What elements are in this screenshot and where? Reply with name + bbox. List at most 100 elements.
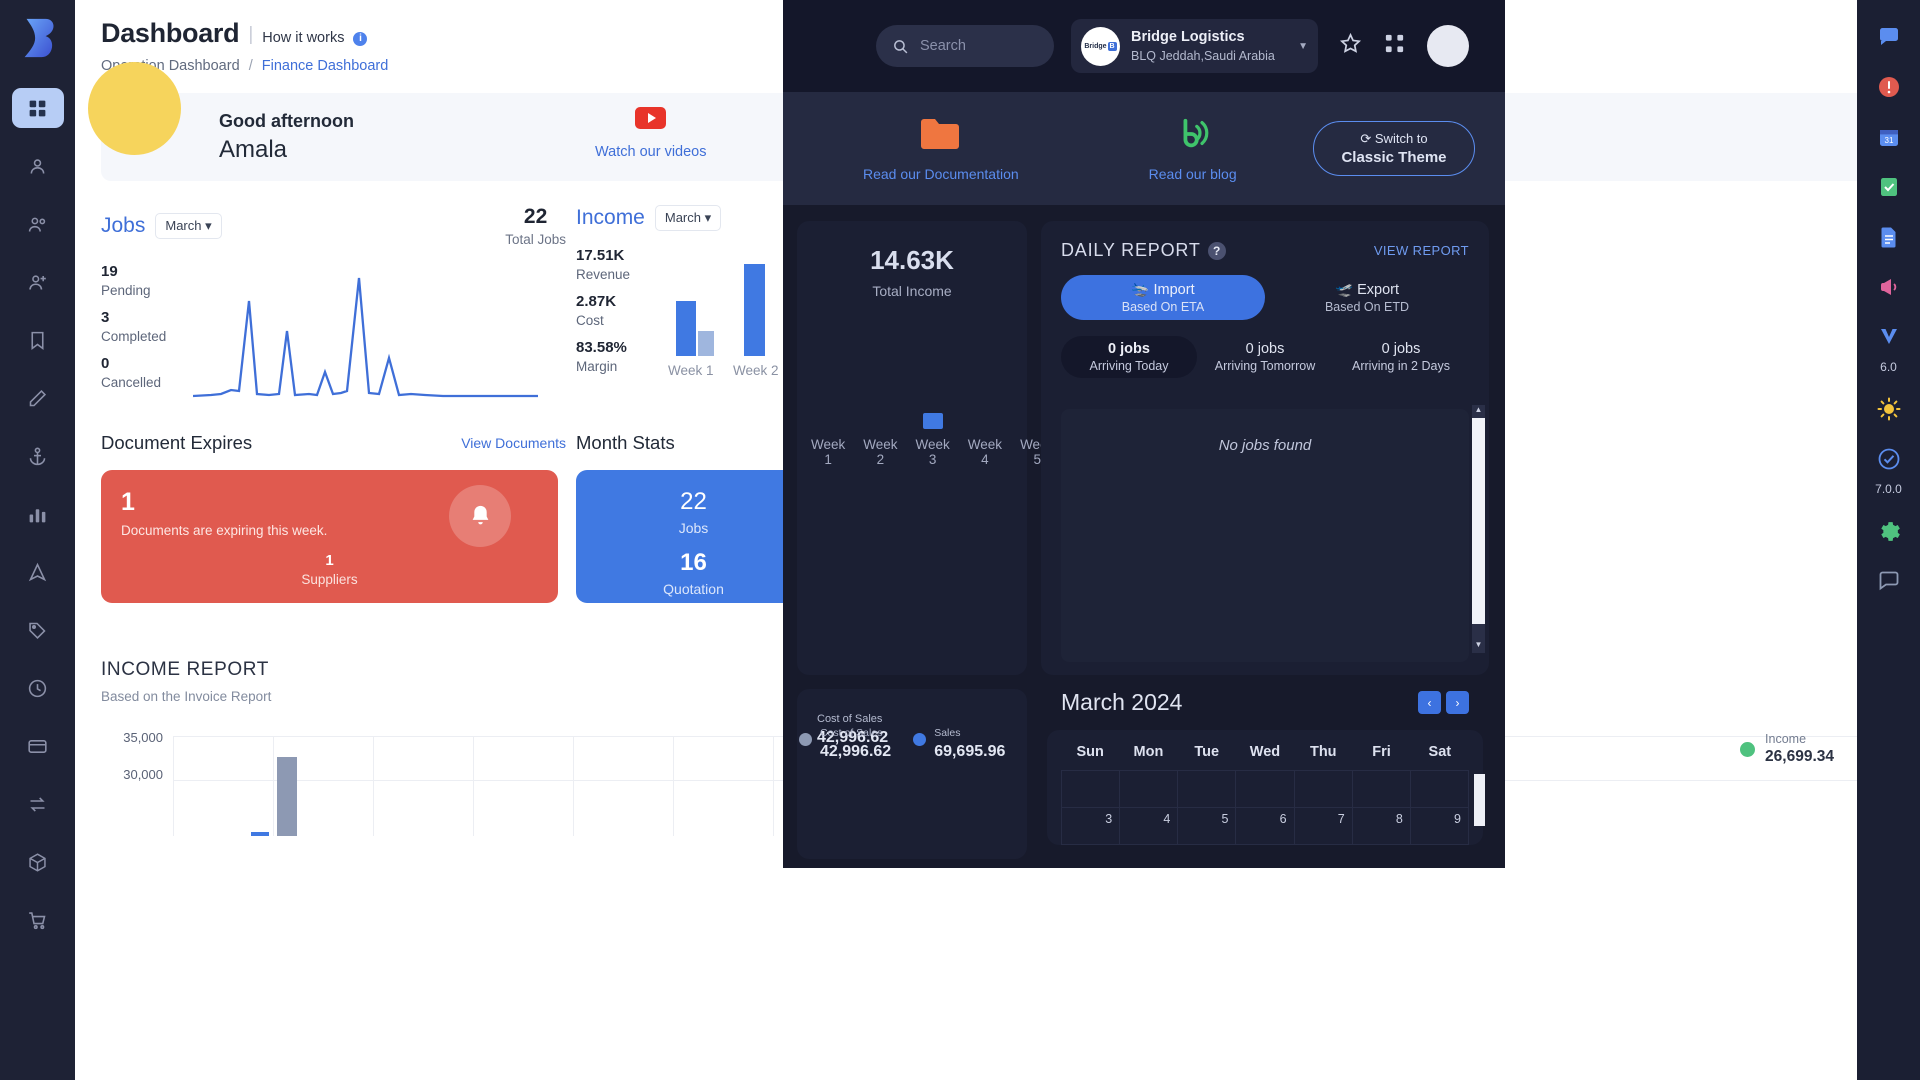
calendar-cell[interactable]: 3: [1062, 808, 1120, 845]
megaphone-icon[interactable]: [1872, 272, 1906, 302]
documentation-block[interactable]: Read our Documentation: [863, 115, 1019, 182]
calendar-icon[interactable]: 31: [1872, 122, 1906, 152]
scrollbar-thumb[interactable]: [1472, 418, 1485, 624]
income-margin-value: 83.58%: [576, 339, 668, 356]
jobs-card: Jobs March ▾ 22 Total Jobs 19 Pending: [101, 205, 576, 408]
watch-videos-block[interactable]: Watch our videos: [595, 107, 706, 160]
sidebar-item-anchor[interactable]: [12, 436, 64, 476]
calendar-next-button[interactable]: ›: [1446, 691, 1469, 714]
search-input[interactable]: [920, 38, 1030, 54]
y-tick-35000: 35,000: [101, 730, 163, 745]
calendar-cell[interactable]: [1353, 771, 1411, 808]
sidebar-item-reports[interactable]: [12, 494, 64, 534]
month-stats-cell-jobs: 22 Jobs 16 Quotation: [576, 470, 811, 603]
chat-icon[interactable]: [1872, 22, 1906, 52]
sidebar-item-packages[interactable]: [12, 842, 64, 882]
subtab-2days-label: Arriving in 2 Days: [1352, 359, 1450, 373]
switch-theme-button[interactable]: ⟳ Switch to Classic Theme: [1313, 121, 1475, 176]
sidebar-item-transfers[interactable]: [12, 784, 64, 824]
subtab-arriving-today[interactable]: 0 jobs Arriving Today: [1061, 336, 1197, 378]
alert-footer: 1 Suppliers: [101, 552, 558, 587]
sidebar-item-navigation[interactable]: [12, 552, 64, 592]
calendar-cell[interactable]: [1295, 771, 1353, 808]
sidebar-item-bookmarks[interactable]: [12, 320, 64, 360]
legend-dot-income: [1740, 742, 1755, 757]
gear-icon[interactable]: [1872, 516, 1906, 546]
calendar-cell[interactable]: 4: [1120, 808, 1178, 845]
calendar-prev-button[interactable]: ‹: [1418, 691, 1441, 714]
message-icon[interactable]: [1872, 566, 1906, 596]
calendar-cell[interactable]: 6: [1236, 808, 1294, 845]
calendar-cell[interactable]: [1062, 771, 1120, 808]
jobs-scrollbar[interactable]: ▲ ▼: [1472, 405, 1485, 653]
view-documents-link[interactable]: View Documents: [461, 435, 566, 451]
jobs-cancelled-label: Cancelled: [101, 375, 193, 390]
calendar-cell[interactable]: [1120, 771, 1178, 808]
sidebar-item-add-user[interactable]: [12, 262, 64, 302]
search-box[interactable]: [876, 25, 1054, 67]
youtube-icon[interactable]: [635, 107, 666, 129]
user-avatar[interactable]: [1427, 25, 1469, 67]
legend-dot-cost-of-sales: [799, 733, 812, 746]
view-report-link[interactable]: VIEW REPORT: [1374, 243, 1469, 258]
calendar-cell[interactable]: [1178, 771, 1236, 808]
blog-block[interactable]: Read our blog: [1149, 115, 1237, 182]
income-report-bar: [277, 757, 297, 836]
document-icon[interactable]: [1872, 222, 1906, 252]
blog-link[interactable]: Read our blog: [1149, 166, 1237, 182]
scroll-down-arrow[interactable]: ▼: [1472, 640, 1485, 653]
documentation-link[interactable]: Read our Documentation: [863, 166, 1019, 182]
sidebar-item-customers[interactable]: [12, 204, 64, 244]
calendar-cell[interactable]: 8: [1353, 808, 1411, 845]
jobs-month-dropdown[interactable]: March ▾: [155, 213, 221, 239]
sidebar-item-profile[interactable]: [12, 146, 64, 186]
calendar-cell[interactable]: [1236, 771, 1294, 808]
help-icon[interactable]: ?: [1208, 242, 1226, 260]
tab-export[interactable]: 🛫 Export Based On ETD: [1265, 275, 1469, 320]
v-logo-icon[interactable]: [1872, 322, 1906, 352]
sales-legend-overlay: Cost of Sales 42,996.62 Sales 69,695.96: [785, 727, 1035, 787]
sidebar-item-payments[interactable]: [12, 726, 64, 766]
dow-wed: Wed: [1236, 744, 1294, 770]
document-expires-section: Document Expires View Documents 1 Docume…: [101, 432, 576, 603]
company-selector[interactable]: Bridge B Bridge Logistics BLQ Jeddah,Sau…: [1071, 19, 1318, 73]
watch-videos-link[interactable]: Watch our videos: [595, 144, 706, 160]
plane-takeoff-icon: 🛫: [1335, 282, 1353, 298]
info-icon[interactable]: i: [353, 32, 367, 46]
sidebar-item-purchases[interactable]: [12, 900, 64, 940]
star-icon[interactable]: [1339, 32, 1362, 60]
calendar-cell[interactable]: 9: [1411, 808, 1469, 845]
subtab-arriving-2-days[interactable]: 0 jobs Arriving in 2 Days: [1333, 336, 1469, 378]
greeting-salutation: Good afternoon: [219, 111, 354, 132]
right-icon-rail: 31 6.0 7.0.0: [1857, 0, 1920, 1080]
breadcrumb-current[interactable]: Finance Dashboard: [262, 58, 389, 74]
app-root: Dashboard | How it works i Operation Das…: [0, 0, 1920, 1080]
how-it-works-link[interactable]: How it works: [262, 30, 344, 46]
check-circle-icon[interactable]: [1872, 444, 1906, 474]
chevron-down-icon[interactable]: ▼: [1298, 41, 1308, 52]
dark-content-row: 14.63K Total Income Week 1 Week 2 Week 3: [783, 205, 1505, 675]
sidebar-item-history[interactable]: [12, 668, 64, 708]
calendar-cell[interactable]: 5: [1178, 808, 1236, 845]
greeting-username: Amala: [219, 136, 354, 164]
tab-import[interactable]: 🛬 Import Based On ETA: [1061, 275, 1265, 320]
bridge-logo-icon[interactable]: [13, 12, 63, 64]
calendar-cell[interactable]: [1411, 771, 1469, 808]
tasks-icon[interactable]: [1872, 172, 1906, 202]
pencil-icon: [27, 388, 48, 409]
calendar-cell[interactable]: 7: [1295, 808, 1353, 845]
week-label: Week 4: [968, 437, 1002, 467]
legend-label-income: Income: [1765, 732, 1834, 746]
subtab-arriving-tomorrow[interactable]: 0 jobs Arriving Tomorrow: [1197, 336, 1333, 378]
scroll-up-arrow[interactable]: ▲: [1472, 405, 1485, 418]
apps-grid-icon[interactable]: [1383, 32, 1406, 60]
alert-icon[interactable]: [1872, 72, 1906, 102]
document-expiry-alert[interactable]: 1 Documents are expiring this week. 1 Su…: [101, 470, 558, 603]
switch-theme-label: Switch to: [1375, 131, 1428, 146]
sidebar-item-tags[interactable]: [12, 610, 64, 650]
calendar-scrollbar[interactable]: [1474, 774, 1485, 826]
sidebar-item-dashboard[interactable]: [12, 88, 64, 128]
income-month-dropdown[interactable]: March ▾: [655, 205, 721, 231]
sidebar-item-editor[interactable]: [12, 378, 64, 418]
sun-icon[interactable]: [1872, 394, 1906, 424]
